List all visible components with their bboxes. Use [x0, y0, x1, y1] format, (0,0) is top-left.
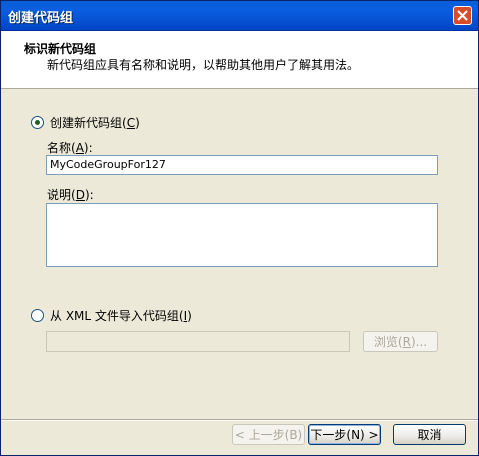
header-title: 标识新代码组	[24, 42, 97, 56]
footer-separator	[1, 419, 478, 421]
import-path-input[interactable]	[46, 331, 350, 352]
window-title: 创建代码组	[8, 11, 74, 26]
cancel-button[interactable]: 取消	[393, 424, 466, 445]
header-subtitle: 新代码组应具有名称和说明，以帮助其他用户了解其用法。	[47, 58, 360, 72]
create-new-option[interactable]: 创建新代码组(C)	[31, 114, 140, 131]
header-pane: 标识新代码组 新代码组应具有名称和说明，以帮助其他用户了解其用法。	[1, 31, 478, 89]
description-textarea[interactable]	[46, 203, 438, 267]
close-icon	[457, 10, 468, 21]
import-xml-radio[interactable]	[31, 309, 44, 322]
create-new-label[interactable]: 创建新代码组(C)	[50, 114, 140, 131]
description-label: 说明(D):	[47, 188, 94, 202]
next-button[interactable]: 下一步(N) >	[308, 424, 381, 445]
name-label: 名称(A):	[47, 141, 93, 155]
close-button[interactable]	[453, 6, 472, 25]
dialog-window: 创建代码组 标识新代码组 新代码组应具有名称和说明，以帮助其他用户了解其用法。 …	[0, 0, 479, 456]
create-new-radio[interactable]	[31, 116, 44, 129]
browse-button[interactable]: 浏览(R)...	[363, 331, 438, 352]
title-bar[interactable]: 创建代码组	[1, 1, 478, 31]
name-input[interactable]: MyCodeGroupFor127	[46, 155, 438, 175]
back-button[interactable]: < 上一步(B)	[232, 424, 305, 445]
body-pane: 创建新代码组(C) 名称(A): MyCodeGroupFor127 说明(D)…	[1, 89, 478, 419]
import-xml-option[interactable]: 从 XML 文件导入代码组(I)	[31, 307, 192, 324]
import-xml-label[interactable]: 从 XML 文件导入代码组(I)	[50, 307, 192, 324]
